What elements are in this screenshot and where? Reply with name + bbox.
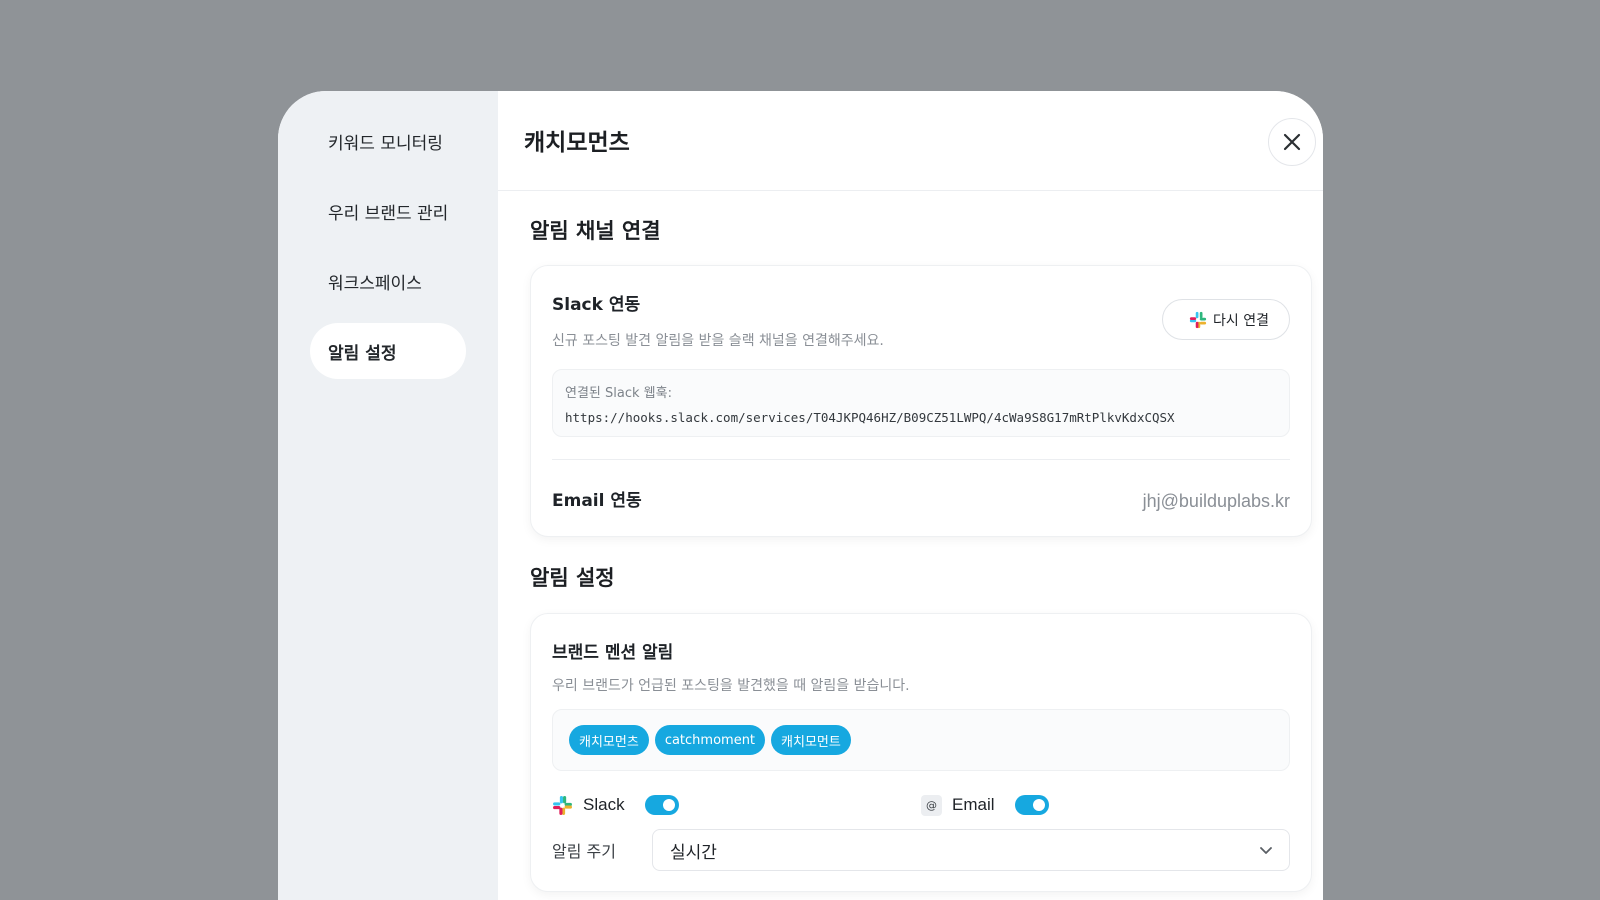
slack-icon <box>553 795 572 815</box>
channels-card: Slack 연동 신규 포스팅 발견 알림을 받을 슬랙 채널을 연결해주세요. <box>530 265 1312 537</box>
sidebar-item-keyword-monitoring[interactable]: 키워드 모니터링 <box>310 113 466 169</box>
close-button[interactable] <box>1268 117 1316 166</box>
at-icon: @ <box>921 794 942 816</box>
email-heading: Email 연동 <box>552 490 642 511</box>
keyword-tag: 캐치모먼츠 <box>569 725 649 755</box>
frequency-row: 알림 주기 실시간 <box>552 829 1290 871</box>
email-toggle[interactable] <box>1014 795 1049 815</box>
slack-channel: Slack <box>552 795 921 816</box>
alerts-section-title: 알림 설정 <box>530 566 615 590</box>
content: 알림 채널 연결 Slack 연동 신규 포스팅 발견 알림을 받을 슬랙 채널… <box>498 191 1323 892</box>
email-toggle-label: Email <box>952 795 995 814</box>
brand-mention-heading: 브랜드 멘션 알림 <box>552 643 674 663</box>
tags-box: 캐치모먼츠 catchmoment 캐치모먼트 <box>552 709 1290 771</box>
sidebar: 키워드 모니터링 우리 브랜드 관리 워크스페이스 알림 설정 <box>278 91 498 900</box>
slack-toggle-label: Slack <box>583 795 625 814</box>
channels-toggle-row: Slack @ Email <box>552 791 1290 819</box>
frequency-select[interactable]: 실시간 <box>652 829 1290 871</box>
main-panel: 캐치모먼츠 알림 채널 연결 Slack 연동 신규 포스팅 발견 알림을 받을… <box>498 91 1323 900</box>
webhook-box: 연결된 Slack 웹훅: https://hooks.slack.com/se… <box>552 369 1290 437</box>
settings-modal: 키워드 모니터링 우리 브랜드 관리 워크스페이스 알림 설정 캐치모먼츠 알림… <box>278 91 1323 900</box>
keyword-tag: 캐치모먼트 <box>771 725 851 755</box>
chevron-down-icon <box>1260 847 1272 854</box>
modal-header: 캐치모먼츠 <box>498 91 1323 191</box>
channels-section-title: 알림 채널 연결 <box>530 219 661 243</box>
frequency-label: 알림 주기 <box>552 842 616 861</box>
brand-mention-description: 우리 브랜드가 언급된 포스팅을 발견했을 때 알림을 받습니다. <box>552 678 910 694</box>
email-value: jhj@builduplabs.kr <box>1142 490 1290 511</box>
reconnect-label: 다시 연결 <box>1213 312 1269 329</box>
page-title: 캐치모먼츠 <box>524 129 630 156</box>
slack-toggle[interactable] <box>644 795 679 815</box>
keyword-tag: catchmoment <box>654 725 766 755</box>
frequency-value: 실시간 <box>670 842 717 863</box>
slack-description: 신규 포스팅 발견 알림을 받을 슬랙 채널을 연결해주세요. <box>552 333 884 349</box>
slack-icon <box>1189 311 1207 328</box>
sidebar-item-notification-settings[interactable]: 알림 설정 <box>310 323 466 379</box>
brand-mention-card: 브랜드 멘션 알림 우리 브랜드가 언급된 포스팅을 발견했을 때 알림을 받습… <box>530 613 1312 892</box>
reconnect-button[interactable]: 다시 연결 <box>1162 299 1290 340</box>
sidebar-item-workspace[interactable]: 워크스페이스 <box>310 253 466 309</box>
slack-heading: Slack 연동 <box>552 295 641 315</box>
email-channel: @ Email <box>921 794 1290 816</box>
sidebar-item-brand-management[interactable]: 우리 브랜드 관리 <box>310 183 466 239</box>
webhook-url: https://hooks.slack.com/services/T04JKPQ… <box>565 410 1175 425</box>
email-row: Email 연동 jhj@builduplabs.kr <box>552 460 1290 536</box>
webhook-label: 연결된 Slack 웹훅: <box>565 386 672 401</box>
close-icon <box>1283 133 1301 150</box>
